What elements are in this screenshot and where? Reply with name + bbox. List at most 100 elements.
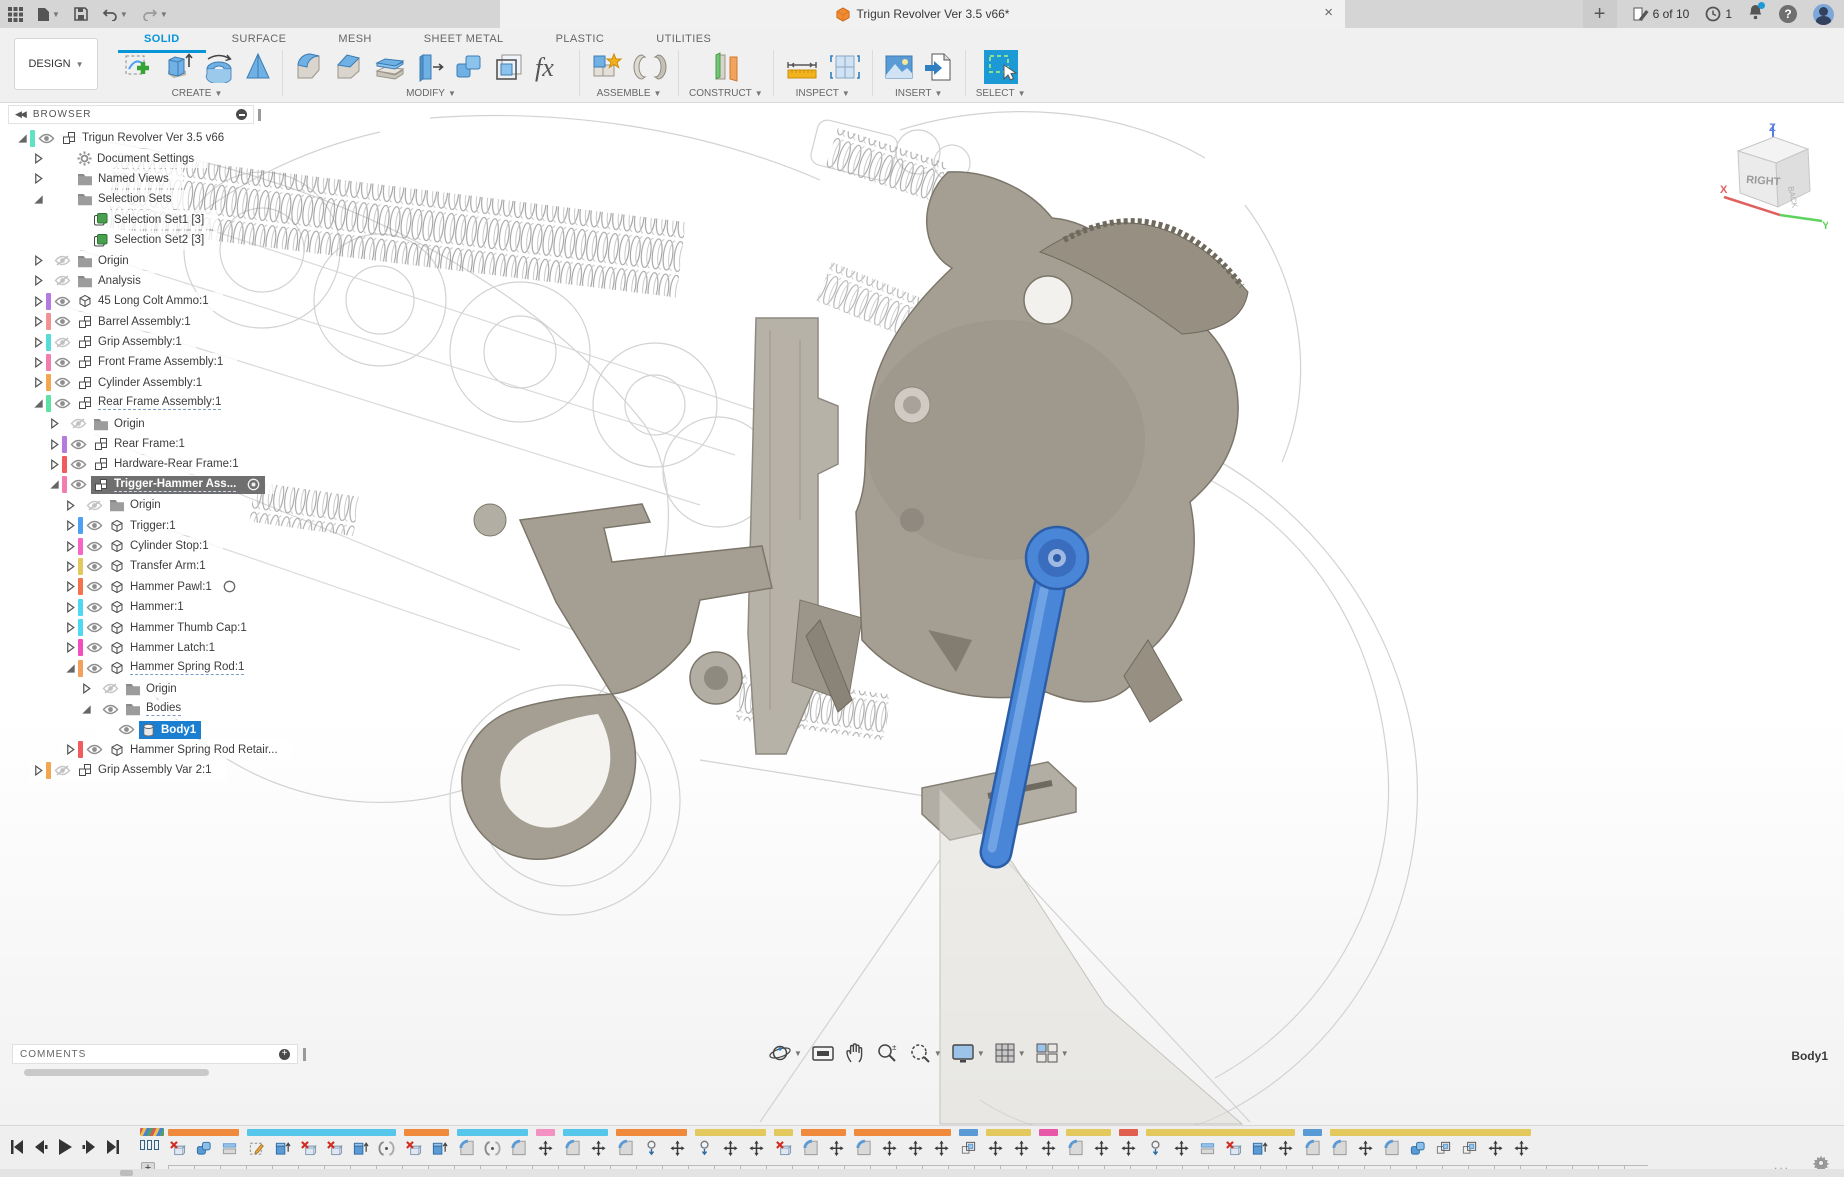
tree-item-chip[interactable]: Hammer:1: [107, 598, 189, 616]
timeline-feature-move-icon[interactable]: [1513, 1139, 1530, 1157]
comments-bar[interactable]: COMMENTS +: [12, 1044, 298, 1064]
timeline-feature-shell-icon[interactable]: [1199, 1139, 1216, 1157]
assemble-group-label[interactable]: ASSEMBLE▼: [597, 88, 662, 99]
visibility-eye-icon[interactable]: [69, 439, 88, 450]
timeline-feature-fillet-icon[interactable]: [564, 1139, 581, 1157]
undo-button[interactable]: ▼: [102, 8, 128, 21]
timeline-feature-suppressed-icon[interactable]: [405, 1139, 422, 1157]
grid-snap-button[interactable]: ▼: [994, 1042, 1026, 1064]
fillet-button[interactable]: [293, 51, 325, 83]
tree-item-chip[interactable]: Trigger-Hammer Ass...: [91, 476, 265, 494]
tree-item-chip[interactable]: Cylinder Stop:1: [107, 537, 214, 555]
timeline-feature-fillet-icon[interactable]: [1304, 1139, 1321, 1157]
activate-circle-icon[interactable]: [223, 580, 236, 593]
timeline-feature-fillet-icon[interactable]: [510, 1139, 527, 1157]
timeline-group-bar[interactable]: [774, 1129, 793, 1136]
tree-item-chip[interactable]: Grip Assembly Var 2:1: [75, 761, 217, 779]
tree-item-body1[interactable]: Body1: [8, 719, 428, 739]
timeline-group-bar[interactable]: [986, 1129, 1031, 1136]
add-comment-icon[interactable]: +: [279, 1049, 290, 1060]
change-parameters-button[interactable]: fx: [533, 52, 569, 82]
timeline-feature-suppressed-icon[interactable]: [326, 1139, 343, 1157]
tree-item-named-views[interactable]: Named Views: [8, 169, 428, 189]
tree-item-chip[interactable]: Trigger:1: [107, 517, 181, 535]
inspect-group-label[interactable]: INSPECT▼: [796, 88, 850, 99]
timeline-group-bar[interactable]: [1330, 1129, 1531, 1136]
collapse-arrow-icon[interactable]: [64, 581, 77, 592]
visibility-eye-icon[interactable]: [117, 724, 136, 735]
tree-item-analysis[interactable]: Analysis: [8, 271, 428, 291]
tree-item-origin[interactable]: Origin: [8, 250, 428, 270]
tree-item-chip[interactable]: Document Settings: [75, 150, 199, 167]
timeline-feature-fillet-icon[interactable]: [855, 1139, 872, 1157]
tree-item-rear-frame-1[interactable]: Rear Frame:1: [8, 434, 428, 454]
timeline-group-bar[interactable]: [854, 1129, 951, 1136]
timeline-feature-move-icon[interactable]: [748, 1139, 765, 1157]
combine-button[interactable]: [453, 51, 485, 83]
comments-resize-handle[interactable]: [303, 1048, 306, 1061]
timeline-feature-move-icon[interactable]: [537, 1139, 554, 1157]
tree-item-hammer-latch-1[interactable]: Hammer Latch:1: [8, 638, 428, 658]
tree-item-chip[interactable]: 45 Long Colt Ammo:1: [75, 292, 214, 310]
tree-item-chip[interactable]: Selection Sets: [75, 191, 177, 207]
tree-item-document-settings[interactable]: Document Settings: [8, 148, 428, 168]
timeline-feature-suppressed-icon[interactable]: [1225, 1139, 1242, 1157]
save-button[interactable]: [74, 7, 88, 21]
timeline-feature-move-icon[interactable]: [669, 1139, 686, 1157]
timeline-group-bar[interactable]: [168, 1129, 239, 1136]
collapse-arrow-icon[interactable]: [80, 683, 93, 694]
chamfer-button[interactable]: [333, 51, 365, 83]
timeline-feature-pattern-icon[interactable]: [960, 1139, 977, 1157]
collapse-arrow-icon[interactable]: [32, 255, 45, 266]
measure-button[interactable]: [784, 52, 820, 82]
timeline-group-bar[interactable]: [1066, 1129, 1111, 1136]
collapse-arrow-icon[interactable]: [64, 622, 77, 633]
timeline-feature-extrude-icon[interactable]: [274, 1139, 291, 1157]
visibility-eye-icon[interactable]: [85, 642, 104, 653]
tree-item-rear-frame-assembly-1[interactable]: Rear Frame Assembly:1: [8, 393, 428, 413]
visibility-eye-icon[interactable]: [53, 255, 72, 266]
visibility-eye-icon[interactable]: [85, 663, 104, 674]
collapse-panel-icon[interactable]: ◀◀: [15, 109, 25, 120]
tree-item-hardware-rear-frame-1[interactable]: Hardware-Rear Frame:1: [8, 454, 428, 474]
collapse-arrow-icon[interactable]: [64, 602, 77, 613]
play-button[interactable]: [57, 1138, 73, 1156]
visibility-eye-icon[interactable]: [69, 459, 88, 470]
timeline-feature-move-icon[interactable]: [1277, 1139, 1294, 1157]
timeline-feature-joint-icon[interactable]: [484, 1139, 501, 1157]
construction-plane-button[interactable]: [708, 50, 744, 84]
tree-item-trigger-hammer-ass[interactable]: Trigger-Hammer Ass...: [8, 475, 428, 495]
create-sketch-button[interactable]: [122, 51, 154, 83]
history-clock-button[interactable]: 1: [1705, 6, 1732, 22]
offset-face-button[interactable]: [493, 51, 525, 83]
tree-item-trigun-revolver-ver-3-5-v66[interactable]: Trigun Revolver Ver 3.5 v66: [8, 128, 428, 148]
tree-item-chip[interactable]: Body1: [139, 721, 201, 739]
modify-group-label[interactable]: MODIFY▼: [406, 88, 456, 99]
visibility-eye-icon[interactable]: [53, 357, 72, 368]
timeline-feature-fillet-icon[interactable]: [1331, 1139, 1348, 1157]
tree-item-chip[interactable]: Named Views: [75, 171, 174, 187]
tree-item-cylinder-assembly-1[interactable]: Cylinder Assembly:1: [8, 373, 428, 393]
tree-item-chip[interactable]: Grip Assembly:1: [75, 333, 187, 351]
tree-item-hammer-1[interactable]: Hammer:1: [8, 597, 428, 617]
expand-arrow-icon[interactable]: [48, 479, 61, 490]
tree-item-chip[interactable]: Hammer Pawl:1: [107, 578, 241, 596]
timeline-feature-suppressed-icon[interactable]: [775, 1139, 792, 1157]
collapse-arrow-icon[interactable]: [32, 337, 45, 348]
tree-item-chip[interactable]: Trigun Revolver Ver 3.5 v66: [59, 129, 229, 147]
tree-item-origin[interactable]: Origin: [8, 495, 428, 515]
document-tab[interactable]: Trigun Revolver Ver 3.5 v66* ×: [500, 0, 1345, 28]
visibility-eye-icon[interactable]: [85, 520, 104, 531]
collapse-arrow-icon[interactable]: [32, 765, 45, 776]
tree-item-chip[interactable]: Origin: [107, 497, 166, 513]
viewports-button[interactable]: ▼: [1035, 1042, 1069, 1064]
tree-item-origin[interactable]: Origin: [8, 413, 428, 433]
timeline-scrollbar[interactable]: [0, 1169, 1844, 1177]
tree-item-chip[interactable]: Selection Set1 [3]: [91, 211, 209, 228]
collapse-arrow-icon[interactable]: [48, 418, 61, 429]
tree-item-chip[interactable]: Hardware-Rear Frame:1: [91, 455, 244, 473]
visibility-eye-icon[interactable]: [53, 337, 72, 348]
timeline-feature-move-icon[interactable]: [1040, 1139, 1057, 1157]
collapse-arrow-icon[interactable]: [32, 316, 45, 327]
timeline-feature-move-icon[interactable]: [907, 1139, 924, 1157]
